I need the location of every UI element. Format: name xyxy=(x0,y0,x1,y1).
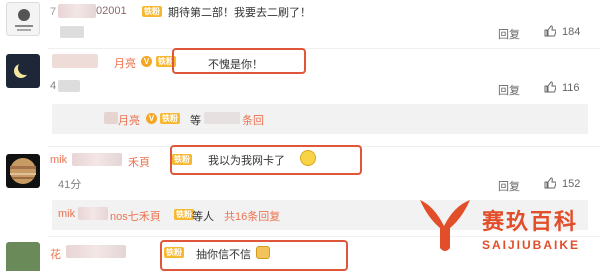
reply-preview[interactable]: 月亮 V 铁粉 等 条回 xyxy=(52,104,588,134)
highlight-box xyxy=(170,145,362,175)
logo-icon xyxy=(15,9,33,31)
timestamp: 41分 xyxy=(58,179,82,191)
comment-feed: 7 02001 铁粉 期待第二部！我要去二刷了！ 回复 184 月亮 V 铁粉 … xyxy=(0,0,600,271)
username[interactable]: 02001 xyxy=(96,5,127,17)
more-replies-link[interactable]: 共16条回复 xyxy=(224,208,280,224)
username[interactable]: 月亮 xyxy=(114,55,136,71)
avatar[interactable] xyxy=(6,242,40,271)
avatar[interactable] xyxy=(6,154,40,188)
highlight-box xyxy=(172,48,306,74)
reply-username[interactable]: nos七禾頁 xyxy=(110,208,161,224)
like-count: 116 xyxy=(562,82,580,94)
blurred-time xyxy=(60,26,84,38)
blurred-time xyxy=(58,80,80,92)
fan-badge: 铁粉 xyxy=(160,113,180,124)
highlight-box xyxy=(160,240,348,271)
fan-badge: 铁粉 xyxy=(142,6,162,17)
avatar[interactable] xyxy=(6,54,40,88)
username-fragment[interactable]: 7 xyxy=(50,6,56,18)
avatar[interactable] xyxy=(6,2,40,36)
blurred-username xyxy=(58,4,96,18)
watermark-subtitle: SAIJIUBAIKE xyxy=(482,238,581,252)
reply-button[interactable]: 回复 xyxy=(498,82,520,98)
jupiter-icon xyxy=(10,158,36,184)
username-prefix[interactable]: 花 xyxy=(50,246,61,262)
reply-text: 等人 xyxy=(192,211,214,223)
blurred-username xyxy=(72,153,122,166)
like-count: 152 xyxy=(562,178,581,190)
blurred-username xyxy=(66,245,126,258)
fan-badge: 铁粉 xyxy=(174,209,194,220)
divider xyxy=(48,48,600,49)
blurred-text xyxy=(204,112,240,124)
whale-tail-logo-icon xyxy=(420,200,470,251)
reply-username[interactable]: 月亮 xyxy=(118,112,140,128)
watermark: 赛玖百科 SAIJIUBAIKE xyxy=(412,196,600,271)
blurred-username xyxy=(52,54,98,68)
username-prefix[interactable]: mik xyxy=(50,154,67,166)
like-icon[interactable] xyxy=(544,25,556,37)
moon-icon xyxy=(14,61,32,78)
reply-text: 等 xyxy=(190,115,201,127)
timestamp: 4 xyxy=(50,80,57,92)
comment-text: 期待第二部！我要去二刷了！ xyxy=(168,7,311,19)
more-replies-link[interactable]: 条回 xyxy=(242,112,264,128)
like-count: 184 xyxy=(562,26,581,38)
like-icon[interactable] xyxy=(544,177,556,189)
like-icon[interactable] xyxy=(544,81,556,93)
verified-icon: V xyxy=(146,113,157,124)
reply-button[interactable]: 回复 xyxy=(498,26,520,42)
blurred-username xyxy=(104,112,118,124)
comment-item: 7 02001 铁粉 期待第二部！我要去二刷了！ 回复 184 xyxy=(0,0,600,48)
verified-icon: V xyxy=(141,56,152,67)
username[interactable]: 禾頁 xyxy=(128,154,150,170)
reply-username-prefix[interactable]: mik xyxy=(58,208,75,220)
watermark-title: 赛玖百科 xyxy=(482,210,579,235)
reply-button[interactable]: 回复 xyxy=(498,178,520,194)
blurred-username xyxy=(78,207,108,220)
